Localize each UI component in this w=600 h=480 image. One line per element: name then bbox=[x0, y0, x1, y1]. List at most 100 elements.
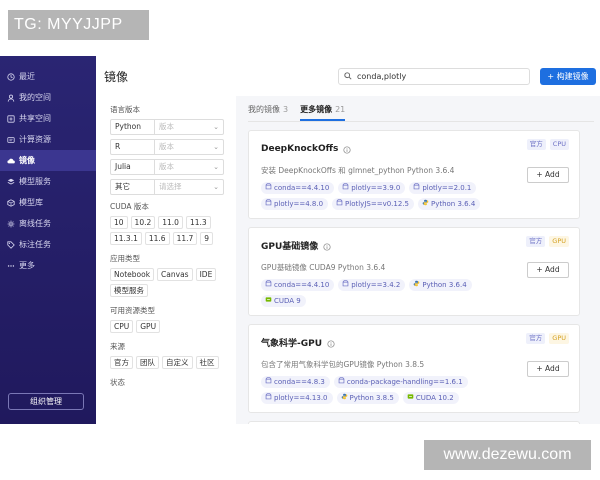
cuda-version-tag[interactable]: 11.0 bbox=[158, 216, 183, 229]
cuda-filter-title: CUDA 版本 bbox=[110, 202, 149, 211]
sidebar-item-0[interactable]: 最近 bbox=[0, 66, 96, 87]
layers-icon bbox=[6, 177, 15, 186]
info-icon[interactable] bbox=[323, 236, 331, 255]
python-icon bbox=[413, 279, 420, 291]
info-icon[interactable] bbox=[343, 139, 351, 158]
source-tag[interactable]: 自定义 bbox=[162, 356, 193, 369]
app-type-tag[interactable]: Canvas bbox=[157, 268, 193, 281]
cuda-version-tag[interactable]: 11.6 bbox=[144, 232, 170, 245]
org-manage-button[interactable]: 组织管理 bbox=[8, 393, 84, 410]
resource-type-tag[interactable]: GPU bbox=[136, 320, 161, 333]
app-type-filter: Notebook Canvas IDE 模型服务 bbox=[110, 268, 230, 297]
app-type-tag[interactable]: Notebook bbox=[110, 268, 155, 281]
language-version-select[interactable]: 版本 ⌄ bbox=[155, 140, 223, 154]
app-type-filter-title: 应用类型 bbox=[110, 254, 140, 263]
search-input[interactable]: conda,plotly bbox=[338, 68, 530, 85]
add-image-button[interactable]: + Add bbox=[527, 167, 569, 183]
tab-count: 3 bbox=[283, 105, 289, 114]
sidebar-item-label: 模型库 bbox=[19, 198, 43, 207]
cuda-icon bbox=[265, 295, 272, 307]
tab-0[interactable]: 我的镜像 3 bbox=[248, 104, 288, 121]
cube-icon bbox=[6, 198, 15, 207]
sidebar-item-label: 我的空间 bbox=[19, 93, 51, 102]
cuda-version-tag[interactable]: 11.3.1 bbox=[110, 232, 142, 245]
share-icon bbox=[6, 114, 15, 123]
package-list: conda==4.4.10 plotly==3.9.0 plotly==2.0.1 p… bbox=[261, 182, 511, 210]
language-version-select[interactable]: 版本 ⌄ bbox=[155, 160, 223, 174]
resource-type-tag[interactable]: CPU bbox=[110, 320, 134, 333]
package-label: CUDA 9 bbox=[274, 297, 301, 305]
card-badges: 官方 GPU bbox=[526, 333, 569, 344]
sidebar-item-2[interactable]: 共享空间 bbox=[0, 108, 96, 129]
source-tag[interactable]: 团队 bbox=[136, 356, 159, 369]
cuda-version-tag[interactable]: 10 bbox=[110, 216, 128, 229]
package-label: Python 3.6.4 bbox=[422, 281, 467, 289]
package-icon bbox=[265, 376, 272, 388]
sidebar-item-4[interactable]: 镜像 bbox=[0, 150, 96, 171]
sidebar-item-label: 最近 bbox=[19, 72, 35, 81]
package-label: Python 3.8.5 bbox=[349, 394, 394, 402]
resource-filter-title: 可用资源类型 bbox=[110, 306, 155, 315]
package-chip: conda-package-handling==1.6.1 bbox=[333, 376, 468, 388]
add-image-button[interactable]: + Add bbox=[527, 262, 569, 278]
sidebar-item-5[interactable]: 模型服务 bbox=[0, 171, 96, 192]
language-version-select[interactable]: 版本 ⌄ bbox=[155, 120, 223, 134]
sidebar-item-label: 模型服务 bbox=[19, 177, 51, 186]
tab-label: 我的镜像 bbox=[248, 105, 280, 114]
tab-count: 21 bbox=[335, 105, 346, 114]
source-tag[interactable]: 社区 bbox=[195, 356, 219, 369]
python-icon bbox=[422, 198, 429, 210]
sidebar-item-label: 计算资源 bbox=[19, 135, 51, 144]
info-icon[interactable] bbox=[327, 333, 335, 352]
package-icon bbox=[265, 198, 272, 210]
watermark-top: TG: MYYJJPP bbox=[8, 10, 149, 40]
language-version-select[interactable]: 请选择 ⌄ bbox=[155, 180, 223, 194]
package-chip: PlotlyJS==v0.12.5 bbox=[332, 198, 414, 210]
image-cards: DeepKnockOffs 官方 CPU 安装 DeepKnockOffs 和 glm… bbox=[248, 130, 594, 424]
sidebar-item-3[interactable]: 计算资源 bbox=[0, 129, 96, 150]
build-image-button[interactable]: + 构建镜像 bbox=[540, 68, 596, 85]
package-chip: plotly==3.4.2 bbox=[338, 279, 406, 291]
app-type-tag[interactable]: 模型服务 bbox=[110, 284, 148, 297]
image-card[interactable]: DeepKnockOffs 官方 CPU 安装 DeepKnockOffs 和 glm… bbox=[248, 130, 580, 219]
sidebar-item-9[interactable]: 更多 bbox=[0, 255, 96, 276]
image-card[interactable]: 气象科学-GPU 官方 GPU 包含了常用气象科学包的GPU镜像 Python 3.8… bbox=[248, 324, 580, 413]
python-icon bbox=[341, 392, 348, 404]
cuda-version-tag[interactable]: 11.7 bbox=[172, 232, 198, 245]
language-row: Julia 版本 ⌄ bbox=[110, 159, 224, 175]
sidebar-item-label: 共享空间 bbox=[19, 114, 51, 123]
image-card[interactable]: 基础镜像（腾讯云专用）官方CPUCPU 基础镜像 bbox=[248, 421, 580, 424]
add-image-button[interactable]: + Add bbox=[527, 361, 569, 377]
package-chip: Python 3.8.5 bbox=[336, 392, 399, 404]
cuda-version-tag[interactable]: 9 bbox=[200, 232, 214, 245]
image-card[interactable]: GPU基础镜像 官方 GPU GPU基础镜像 CUDA9 Python 3.6.4 co… bbox=[248, 227, 580, 316]
sidebar-item-label: 镜像 bbox=[19, 156, 35, 165]
tag-icon bbox=[6, 240, 15, 249]
badge-gpu: GPU bbox=[549, 333, 569, 344]
cloud-icon bbox=[6, 156, 15, 165]
image-tabs: 我的镜像 3 更多镜像 21 bbox=[248, 96, 594, 122]
sidebar-item-label: 标注任务 bbox=[19, 240, 51, 249]
package-chip: conda==4.4.10 bbox=[261, 279, 335, 291]
cuda-version-tag[interactable]: 10.2 bbox=[130, 216, 156, 229]
sidebar: 最近我的空间共享空间计算资源镜像模型服务模型库离线任务标注任务更多 组织管理 bbox=[0, 56, 96, 424]
language-row: 其它 请选择 ⌄ bbox=[110, 179, 224, 195]
package-chip: plotly==4.8.0 bbox=[261, 198, 329, 210]
source-tag[interactable]: 官方 bbox=[110, 356, 133, 369]
card-badges: 官方 GPU bbox=[526, 236, 569, 247]
chevron-down-icon: ⌄ bbox=[213, 123, 219, 131]
sidebar-item-1[interactable]: 我的空间 bbox=[0, 87, 96, 108]
cuda-version-tag[interactable]: 11.3 bbox=[185, 216, 211, 229]
package-chip: conda==4.4.10 bbox=[261, 182, 335, 194]
package-icon bbox=[265, 392, 272, 404]
package-label: plotly==3.9.0 bbox=[351, 184, 401, 192]
sidebar-item-7[interactable]: 离线任务 bbox=[0, 213, 96, 234]
package-chip: plotly==3.9.0 bbox=[338, 182, 406, 194]
user-icon bbox=[6, 93, 15, 102]
package-label: conda-package-handling==1.6.1 bbox=[346, 378, 463, 386]
tab-1[interactable]: 更多镜像 21 bbox=[300, 104, 346, 121]
app-type-tag[interactable]: IDE bbox=[195, 268, 217, 281]
sidebar-item-8[interactable]: 标注任务 bbox=[0, 234, 96, 255]
package-icon bbox=[338, 376, 345, 388]
sidebar-item-6[interactable]: 模型库 bbox=[0, 192, 96, 213]
